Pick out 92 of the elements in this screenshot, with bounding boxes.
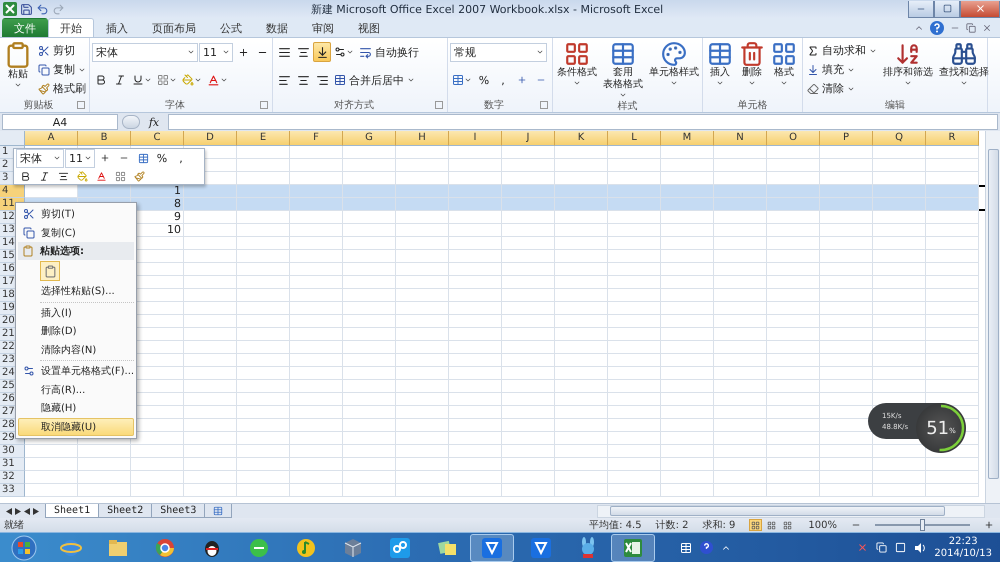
status-text: 就绪 <box>4 518 24 532</box>
column-header[interactable]: Q <box>873 131 926 146</box>
wrap-text-button[interactable]: 自动换行 <box>357 42 421 62</box>
menu-item-label: 插入(I) <box>40 306 72 320</box>
row-header[interactable]: 4 <box>0 185 25 198</box>
status-stat: 平均值: 4.5 <box>589 519 642 532</box>
usage-value: 51 <box>926 418 950 438</box>
autosum-button[interactable]: 自动求和 <box>805 41 879 60</box>
column-header[interactable]: P <box>820 131 873 146</box>
ribbon-tab[interactable]: 审阅 <box>300 18 346 37</box>
column-header[interactable]: O <box>767 131 820 146</box>
group-label: 编辑 <box>884 98 906 112</box>
column-header[interactable]: R <box>926 131 979 146</box>
comma-button[interactable]: , <box>494 70 512 90</box>
ribbon-tab[interactable]: 公式 <box>208 18 254 37</box>
column-header[interactable]: L <box>608 131 661 146</box>
font-size-field[interactable]: 11 <box>65 148 95 168</box>
menu-item-label: 选择性粘贴(S)... <box>40 284 115 298</box>
menu-item-label: 行高(R)... <box>40 384 86 397</box>
font-size-field[interactable]: 11 <box>199 42 233 62</box>
sheet-tab[interactable]: Sheet1 <box>45 504 100 518</box>
font-name-field[interactable]: 宋体 <box>16 148 64 168</box>
clear-button[interactable]: 清除 <box>805 79 879 98</box>
ribbon-tab[interactable]: 开始 <box>48 18 94 37</box>
ribbon-button[interactable]: 单元格样式 <box>647 41 701 99</box>
ribbon-button[interactable]: 格式 <box>769 41 799 98</box>
cut-button[interactable]: 剪切 <box>36 41 88 60</box>
time-text: 22:23 <box>948 536 978 548</box>
group-label: 数字 <box>483 98 505 112</box>
column-header[interactable]: J <box>502 131 555 146</box>
ribbon-button[interactable]: 套用 表格格式 <box>601 41 645 99</box>
sheet-tab[interactable]: Sheet3 <box>151 504 206 518</box>
section-header-label: 粘贴选项: <box>38 244 84 258</box>
percent-button[interactable]: % <box>153 148 171 168</box>
sort-filter-button[interactable]: 排序和筛选 <box>881 41 935 98</box>
menu-item-label: 设置单元格格式(F)... <box>40 364 134 378</box>
paste-button[interactable]: 粘贴 <box>2 41 34 98</box>
ribbon-tab[interactable]: 数据 <box>254 18 300 37</box>
ribbon-tab[interactable]: 插入 <box>94 18 140 37</box>
ribbon-tab[interactable]: 视图 <box>346 18 392 37</box>
column-header[interactable]: I <box>449 131 502 146</box>
group-label: 字体 <box>164 98 186 112</box>
format-painter-button[interactable]: 格式刷 <box>36 79 88 98</box>
window-title: 新建 Microsoft Office Excel 2007 Workbook.xlsx - Microsoft Excel <box>310 2 664 16</box>
row-header[interactable]: 31 <box>0 458 25 471</box>
column-header[interactable]: C <box>131 131 184 146</box>
table-cell: 1 <box>131 185 184 198</box>
ribbon-button[interactable]: 插入 <box>705 41 735 98</box>
table-cell: 8 <box>131 198 184 211</box>
sheet-tab[interactable]: Sheet2 <box>98 504 152 518</box>
row-header[interactable]: 33 <box>0 484 25 497</box>
menu-item-label: 取消隐藏(U) <box>40 420 96 434</box>
column-header[interactable]: M <box>661 131 714 146</box>
group-label: 对齐方式 <box>333 98 375 112</box>
zoom-level: 100% <box>808 520 837 530</box>
menu-item-label: 剪切(T) <box>40 208 75 222</box>
find-select-button[interactable]: 查找和选择 <box>937 41 991 98</box>
insert-function-button[interactable]: fx <box>144 116 164 128</box>
column-header[interactable]: D <box>184 131 237 146</box>
column-header[interactable]: E <box>237 131 290 146</box>
menu-item-label: 隐藏(H) <box>40 402 76 416</box>
merge-center-button[interactable]: 合并后居中 <box>332 70 417 90</box>
font-name-field[interactable]: 宋体 <box>92 42 198 62</box>
column-header[interactable]: B <box>78 131 131 146</box>
group-label: 剪贴板 <box>22 98 54 112</box>
column-header[interactable]: N <box>714 131 767 146</box>
ribbon-button[interactable]: 条件格式 <box>555 41 599 99</box>
ribbon-button[interactable]: 删除 <box>737 41 767 98</box>
date-text: 2014/10/13 <box>934 548 992 560</box>
menu-item[interactable]: 取消隐藏(U) <box>18 418 134 436</box>
number-format-field[interactable]: 常规 <box>450 42 547 62</box>
percent-button[interactable]: % <box>475 70 493 90</box>
group-label: 样式 <box>616 100 638 113</box>
ribbon-tab[interactable]: 页面布局 <box>140 18 208 37</box>
row-header[interactable]: 30 <box>0 445 25 458</box>
column-header[interactable]: F <box>290 131 343 146</box>
status-stat: 计数: 2 <box>656 518 688 532</box>
column-header[interactable]: A <box>25 131 78 146</box>
menu-item-label: 复制(C) <box>40 226 76 240</box>
menu-item-label: 清除内容(N) <box>40 344 96 357</box>
column-header[interactable]: H <box>396 131 449 146</box>
column-header[interactable]: G <box>343 131 396 146</box>
name-box[interactable]: A4 <box>2 114 118 130</box>
row-header[interactable]: 32 <box>0 471 25 484</box>
ribbon-tab[interactable]: 文件 <box>2 18 48 37</box>
menu-item-label: 删除(D) <box>40 325 77 338</box>
copy-button[interactable]: 复制 <box>36 60 88 79</box>
group-label: 单元格 <box>736 98 768 112</box>
column-header[interactable]: K <box>555 131 608 146</box>
fill-button[interactable]: 填充 <box>805 60 879 79</box>
comma-button[interactable]: , <box>172 148 190 168</box>
status-stat: 求和: 9 <box>702 518 736 532</box>
